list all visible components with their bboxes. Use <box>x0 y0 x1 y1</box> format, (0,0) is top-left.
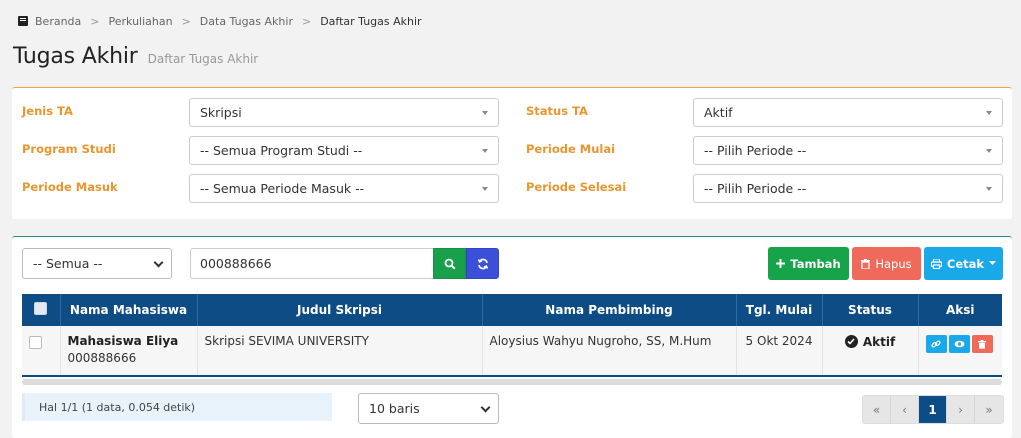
periode-masuk-select[interactable]: -- Semua Periode Masuk -- <box>189 174 499 203</box>
status-ta-value: Aktif <box>704 105 733 120</box>
horizontal-scrollbar[interactable] <box>22 379 1002 385</box>
jenis-ta-value: Skripsi <box>200 105 242 120</box>
breadcrumb-item-perkuliahan[interactable]: Perkuliahan <box>109 15 173 28</box>
search-input[interactable]: 000888666 <box>190 248 433 279</box>
breadcrumb-separator: > <box>301 14 312 28</box>
chevron-down-icon <box>480 402 491 413</box>
table-header-row: Nama Mahasiswa Judul Skripsi Nama Pembim… <box>22 294 1002 326</box>
periode-selesai-value: -- Pilih Periode -- <box>704 181 807 196</box>
pagination: « ‹ 1 › » <box>862 395 1004 424</box>
trash-icon <box>978 339 987 349</box>
select-all-checkbox[interactable] <box>34 302 48 315</box>
breadcrumb-item-beranda[interactable]: Beranda <box>35 15 81 28</box>
thesis-title-cell: Skripsi SEVIMA UNIVERSITY <box>197 326 483 376</box>
student-cell: Mahasiswa Eliya 000888666 <box>60 326 198 376</box>
student-nim: 000888666 <box>67 351 137 365</box>
caret-down-icon <box>989 261 997 265</box>
column-header[interactable]: Nama Mahasiswa <box>60 294 198 326</box>
breadcrumb-separator: > <box>181 14 191 28</box>
page-subtitle: Daftar Tugas Akhir <box>147 52 259 66</box>
table-row: Mahasiswa Eliya 000888666 Skripsi SEVIMA… <box>22 326 1002 376</box>
caret-down-icon <box>986 111 992 115</box>
search-button[interactable] <box>433 248 466 279</box>
status-badge: Aktif <box>844 334 896 349</box>
select-all-cell <box>22 294 61 326</box>
print-button[interactable]: Cetak <box>924 247 1003 280</box>
periode-mulai-select[interactable]: -- Pilih Periode -- <box>693 136 1003 165</box>
row-checkbox[interactable] <box>29 336 42 349</box>
prev-page-button[interactable]: ‹ <box>891 396 919 423</box>
caret-down-icon <box>482 187 488 191</box>
search-input-value: 000888666 <box>200 256 272 271</box>
last-page-button[interactable]: » <box>975 396 1003 423</box>
page-1-button[interactable]: 1 <box>919 396 947 423</box>
plus-icon <box>776 259 786 268</box>
eye-icon <box>954 340 965 348</box>
caret-down-icon <box>482 149 488 153</box>
printer-icon <box>930 258 942 269</box>
column-header[interactable]: Tgl. Mulai <box>736 294 823 326</box>
program-studi-value: -- Semua Program Studi -- <box>200 143 363 158</box>
filter-label-periode-masuk: Periode Masuk <box>22 180 118 194</box>
filter-label-status-ta: Status TA <box>526 104 588 118</box>
caret-down-icon <box>986 149 992 153</box>
add-button[interactable]: Tambah <box>768 247 849 280</box>
delete-row-button[interactable] <box>971 335 993 353</box>
actions-cell <box>918 326 1002 376</box>
view-button[interactable] <box>948 335 970 353</box>
filter-label-periode-selesai: Periode Selesai <box>526 180 627 194</box>
list-panel: -- Semua -- 000888666 Tambah Hapus Cetak… <box>12 236 1012 438</box>
column-header[interactable]: Nama Pembimbing <box>482 294 737 326</box>
caret-down-icon <box>986 187 992 191</box>
filter-label-program-studi: Program Studi <box>22 142 116 156</box>
link-icon <box>931 340 941 348</box>
scope-select[interactable]: -- Semua -- <box>22 248 172 279</box>
page-header: Tugas Akhir Daftar Tugas Akhir <box>13 44 258 69</box>
status-cell: Aktif <box>822 326 919 376</box>
status-text: Aktif <box>862 334 896 349</box>
start-date-cell: 5 Okt 2024 <box>736 326 823 376</box>
pagination-info: Hal 1/1 (1 data, 0.054 detik) <box>22 393 332 421</box>
periode-masuk-value: -- Semua Periode Masuk -- <box>200 181 365 196</box>
rows-per-page-value: 10 baris <box>369 401 420 416</box>
breadcrumb-separator: > <box>90 14 100 28</box>
page-title: Tugas Akhir <box>13 44 138 69</box>
refresh-button[interactable] <box>466 248 499 279</box>
book-icon <box>18 16 28 26</box>
column-header[interactable]: Status <box>822 294 919 326</box>
column-header[interactable]: Judul Skripsi <box>197 294 483 326</box>
trash-icon <box>861 258 871 269</box>
search-icon <box>444 258 456 270</box>
rows-per-page-select[interactable]: 10 baris <box>358 393 499 424</box>
next-page-button[interactable]: › <box>947 396 975 423</box>
check-circle-icon <box>844 335 858 348</box>
periode-mulai-value: -- Pilih Periode -- <box>704 143 807 158</box>
delete-button-label: Hapus <box>875 256 912 271</box>
chevron-down-icon <box>153 257 164 268</box>
jenis-ta-select[interactable]: Skripsi <box>189 98 499 127</box>
delete-button[interactable]: Hapus <box>852 247 921 280</box>
program-studi-select[interactable]: -- Semua Program Studi -- <box>189 136 499 165</box>
student-name: Mahasiswa Eliya <box>67 334 179 348</box>
supervisor-cell: Aloysius Wahyu Nugroho, SS, M.Hum <box>482 326 737 376</box>
scope-select-value: -- Semua -- <box>33 256 103 271</box>
print-button-label: Cetak <box>946 256 985 271</box>
filter-label-jenis-ta: Jenis TA <box>22 104 73 118</box>
tugas-akhir-table: Nama Mahasiswa Judul Skripsi Nama Pembim… <box>22 294 1002 377</box>
refresh-icon <box>477 258 488 269</box>
filter-panel: Jenis TA Skripsi Program Studi -- Semua … <box>12 87 1012 219</box>
status-ta-select[interactable]: Aktif <box>693 98 1003 127</box>
filter-label-periode-mulai: Periode Mulai <box>526 142 616 156</box>
breadcrumb: Beranda > Perkuliahan > Data Tugas Akhir… <box>18 13 422 29</box>
breadcrumb-item-current: Daftar Tugas Akhir <box>320 14 422 28</box>
row-select-cell <box>22 326 61 376</box>
first-page-button[interactable]: « <box>863 396 891 423</box>
add-button-label: Tambah <box>790 256 841 271</box>
link-button[interactable] <box>925 335 947 353</box>
breadcrumb-item-data-tugas-akhir[interactable]: Data Tugas Akhir <box>200 15 293 28</box>
periode-selesai-select[interactable]: -- Pilih Periode -- <box>693 174 1003 203</box>
column-header: Aksi <box>945 303 975 317</box>
caret-down-icon <box>482 111 488 115</box>
